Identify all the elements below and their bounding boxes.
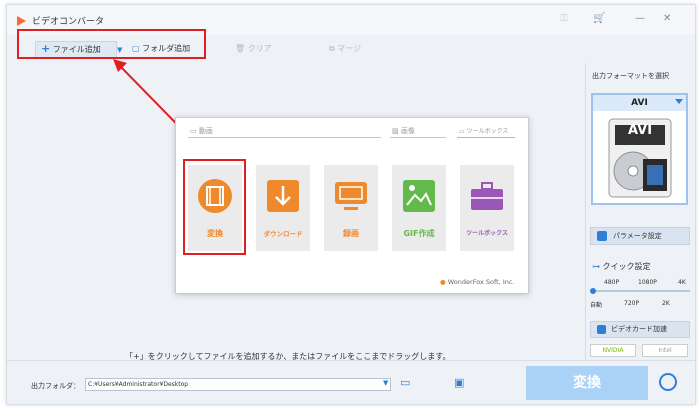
convert-tile-highlight <box>183 159 246 255</box>
screen-record-icon <box>335 182 367 210</box>
category-toolbox: ▭ ツールボックス <box>459 126 508 135</box>
video-divider <box>188 137 381 138</box>
tile-toolbox-label: ツールボックス <box>466 230 508 237</box>
category-image: ▨ 画像 <box>392 126 415 136</box>
tile-download[interactable]: ダウンロード <box>256 165 310 251</box>
tile-toolbox[interactable]: ツールボックス <box>460 165 514 251</box>
image-gif-icon <box>403 180 435 212</box>
tile-record[interactable]: 録画 <box>324 165 378 251</box>
toolbox-divider <box>457 137 515 138</box>
brand-label: WonderFox Soft, Inc. <box>447 278 515 286</box>
toolbox-category-icon: ▭ <box>459 128 465 135</box>
category-video-label: 動画 <box>198 127 213 135</box>
tile-gif-label: GIF作成 <box>403 229 435 238</box>
category-video: ▭ 動画 <box>190 126 213 136</box>
wonderfox-logo-icon: ● <box>440 278 446 286</box>
tile-record-label: 録画 <box>343 229 359 238</box>
image-divider <box>390 137 446 138</box>
download-icon <box>267 180 299 212</box>
brand-text: ● WonderFox Soft, Inc. <box>440 278 515 286</box>
category-image-label: 画像 <box>400 127 415 135</box>
image-category-icon: ▨ <box>392 127 399 135</box>
tile-download-label: ダウンロード <box>263 230 303 238</box>
video-category-icon: ▭ <box>190 127 197 135</box>
toolbox-icon <box>471 182 503 210</box>
category-toolbox-label: ツールボックス <box>466 128 509 135</box>
tile-gif[interactable]: GIF作成 <box>392 165 446 251</box>
